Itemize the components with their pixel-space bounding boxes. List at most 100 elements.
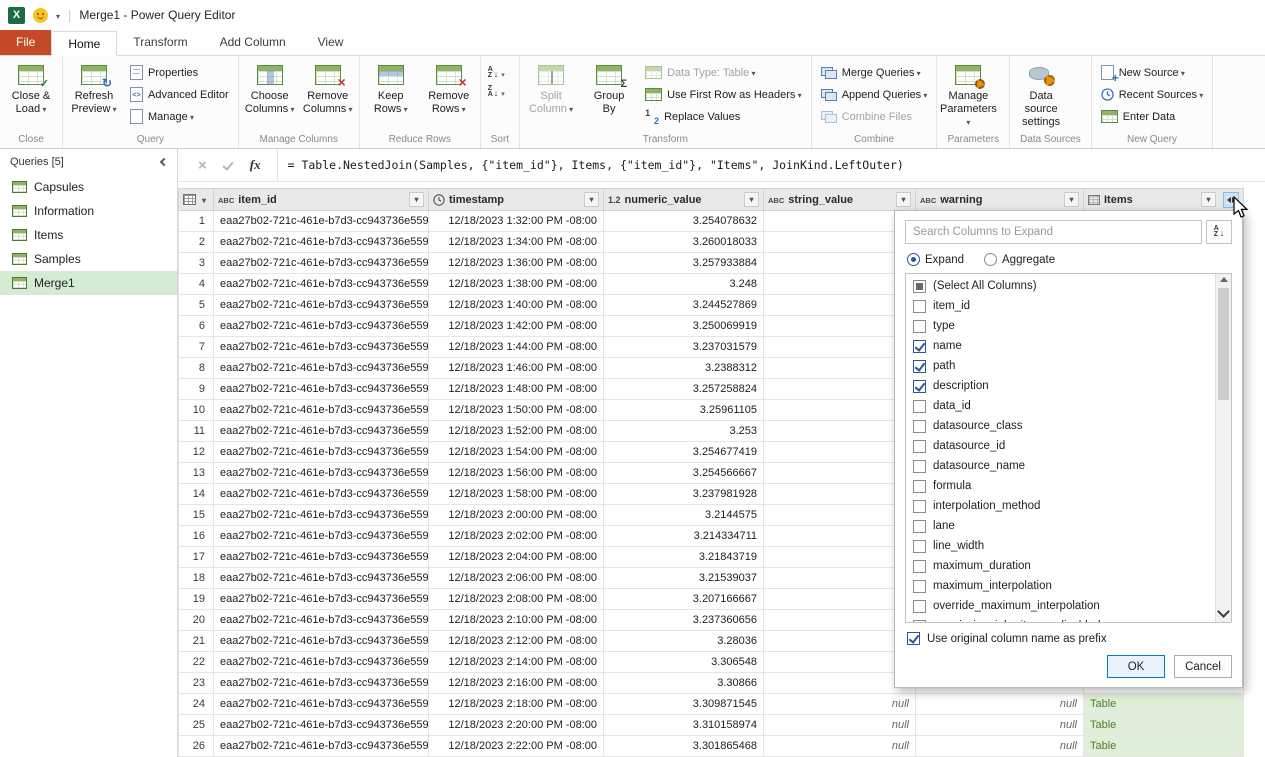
- cell-string-value[interactable]: [764, 295, 916, 316]
- row-number[interactable]: 18: [179, 568, 214, 589]
- cell-string-value[interactable]: [764, 610, 916, 631]
- cell-timestamp[interactable]: 12/18/2023 2:00:00 PM -08:00: [429, 505, 604, 526]
- row-number[interactable]: 3: [179, 253, 214, 274]
- tab-transform[interactable]: Transform: [117, 30, 203, 55]
- cell-timestamp[interactable]: 12/18/2023 1:54:00 PM -08:00: [429, 442, 604, 463]
- cell-timestamp[interactable]: 12/18/2023 2:02:00 PM -08:00: [429, 526, 604, 547]
- sort-descending-button[interactable]: [488, 85, 505, 99]
- data-source-settings-button[interactable]: Data sourcesettings: [1012, 58, 1070, 133]
- sort-ascending-button[interactable]: [488, 66, 505, 80]
- row-number[interactable]: 14: [179, 484, 214, 505]
- cell-string-value[interactable]: [764, 379, 916, 400]
- cell-numeric-value[interactable]: 3.253: [604, 421, 764, 442]
- expand-radio[interactable]: Expand: [907, 253, 964, 266]
- append-queries-button[interactable]: Append Queries: [816, 85, 933, 104]
- refresh-preview-button[interactable]: RefreshPreview: [65, 58, 123, 133]
- query-item-samples[interactable]: Samples: [0, 247, 177, 271]
- cell-item-id[interactable]: eaa27b02-721c-461e-b7d3-cc943736e559: [214, 505, 429, 526]
- cell-string-value[interactable]: null: [764, 715, 916, 736]
- cell-timestamp[interactable]: 12/18/2023 2:16:00 PM -08:00: [429, 673, 604, 694]
- tab-file[interactable]: File: [0, 30, 51, 55]
- cell-string-value[interactable]: [764, 505, 916, 526]
- cell-warning[interactable]: null: [916, 694, 1084, 715]
- column-option-interpolation-method[interactable]: interpolation_method: [906, 496, 1215, 516]
- merge-queries-button[interactable]: Merge Queries: [816, 63, 933, 82]
- properties-button[interactable]: Properties: [125, 63, 234, 82]
- column-option-line-width[interactable]: line_width: [906, 536, 1215, 556]
- row-number[interactable]: 5: [179, 295, 214, 316]
- use-original-name-prefix-checkbox[interactable]: Use original column name as prefix: [907, 632, 1230, 645]
- cell-item-id[interactable]: eaa27b02-721c-461e-b7d3-cc943736e559: [214, 484, 429, 505]
- query-item-items[interactable]: Items: [0, 223, 177, 247]
- column-header-numeric-value[interactable]: numeric_value: [604, 189, 764, 211]
- tab-home[interactable]: Home: [51, 31, 117, 56]
- column-option-datasource-class[interactable]: datasource_class: [906, 416, 1215, 436]
- column-option-item-id[interactable]: item_id: [906, 296, 1215, 316]
- cell-string-value[interactable]: [764, 274, 916, 295]
- cell-timestamp[interactable]: 12/18/2023 1:58:00 PM -08:00: [429, 484, 604, 505]
- cell-timestamp[interactable]: 12/18/2023 1:46:00 PM -08:00: [429, 358, 604, 379]
- choose-columns-button[interactable]: ChooseColumns: [241, 58, 299, 133]
- ok-button[interactable]: OK: [1107, 655, 1165, 678]
- checkbox-icon[interactable]: [913, 360, 926, 373]
- checkbox-icon[interactable]: [913, 560, 926, 573]
- scroll-thumb[interactable]: [1218, 288, 1229, 400]
- filter-button[interactable]: [1201, 192, 1216, 207]
- cell-item-id[interactable]: eaa27b02-721c-461e-b7d3-cc943736e559: [214, 253, 429, 274]
- column-option-maximum-interpolation[interactable]: maximum_interpolation: [906, 576, 1215, 596]
- cell-string-value[interactable]: [764, 589, 916, 610]
- column-header-item-id[interactable]: item_id: [214, 189, 429, 211]
- filter-button[interactable]: [1064, 192, 1079, 207]
- cell-numeric-value[interactable]: 3.214334711: [604, 526, 764, 547]
- column-option-description[interactable]: description: [906, 376, 1215, 396]
- row-number[interactable]: 1: [179, 211, 214, 232]
- query-item-merge1[interactable]: Merge1: [0, 271, 177, 295]
- cell-string-value[interactable]: [764, 358, 916, 379]
- cell-numeric-value[interactable]: 3.237031579: [604, 337, 764, 358]
- remove-columns-button[interactable]: RemoveColumns: [299, 58, 357, 133]
- column-option-path[interactable]: path: [906, 356, 1215, 376]
- column-option-lane[interactable]: lane: [906, 516, 1215, 536]
- cell-timestamp[interactable]: 12/18/2023 2:14:00 PM -08:00: [429, 652, 604, 673]
- checkbox-icon[interactable]: [913, 480, 926, 493]
- advanced-editor-button[interactable]: Advanced Editor: [125, 85, 234, 104]
- scrollbar[interactable]: [1215, 274, 1231, 622]
- cell-numeric-value[interactable]: 3.260018033: [604, 232, 764, 253]
- cell-timestamp[interactable]: 12/18/2023 1:50:00 PM -08:00: [429, 400, 604, 421]
- cell-string-value[interactable]: [764, 253, 916, 274]
- data-type-button[interactable]: Data Type: Table: [640, 63, 807, 82]
- new-source-button[interactable]: New Source: [1096, 63, 1209, 82]
- cell-items[interactable]: Table: [1084, 694, 1244, 715]
- checkbox-icon[interactable]: [913, 600, 926, 613]
- aggregate-radio[interactable]: Aggregate: [984, 253, 1055, 266]
- row-number[interactable]: 13: [179, 463, 214, 484]
- cell-string-value[interactable]: [764, 547, 916, 568]
- cell-numeric-value[interactable]: 3.28036: [604, 631, 764, 652]
- expand-items-column-button[interactable]: [1223, 192, 1239, 208]
- row-number[interactable]: 26: [179, 736, 214, 757]
- checkbox-icon[interactable]: [913, 420, 926, 433]
- replace-values-button[interactable]: Replace Values: [640, 107, 807, 126]
- cell-string-value[interactable]: [764, 316, 916, 337]
- query-item-capsules[interactable]: Capsules: [0, 175, 177, 199]
- cell-numeric-value[interactable]: 3.257933884: [604, 253, 764, 274]
- cell-string-value[interactable]: null: [764, 694, 916, 715]
- filter-button[interactable]: [584, 192, 599, 207]
- checkbox-icon[interactable]: [913, 500, 926, 513]
- cell-item-id[interactable]: eaa27b02-721c-461e-b7d3-cc943736e559: [214, 232, 429, 253]
- cell-numeric-value[interactable]: 3.2144575: [604, 505, 764, 526]
- cell-string-value[interactable]: [764, 337, 916, 358]
- cell-numeric-value[interactable]: 3.21843719: [604, 547, 764, 568]
- cell-item-id[interactable]: eaa27b02-721c-461e-b7d3-cc943736e559: [214, 589, 429, 610]
- cell-item-id[interactable]: eaa27b02-721c-461e-b7d3-cc943736e559: [214, 463, 429, 484]
- row-number[interactable]: 8: [179, 358, 214, 379]
- cell-item-id[interactable]: eaa27b02-721c-461e-b7d3-cc943736e559: [214, 526, 429, 547]
- column-option-select-all-columns[interactable]: (Select All Columns): [906, 276, 1215, 296]
- cell-numeric-value[interactable]: 3.237360656: [604, 610, 764, 631]
- cell-string-value[interactable]: [764, 526, 916, 547]
- cell-string-value[interactable]: [764, 232, 916, 253]
- cell-item-id[interactable]: eaa27b02-721c-461e-b7d3-cc943736e559: [214, 736, 429, 757]
- row-number[interactable]: 2: [179, 232, 214, 253]
- cell-string-value[interactable]: [764, 652, 916, 673]
- row-number[interactable]: 10: [179, 400, 214, 421]
